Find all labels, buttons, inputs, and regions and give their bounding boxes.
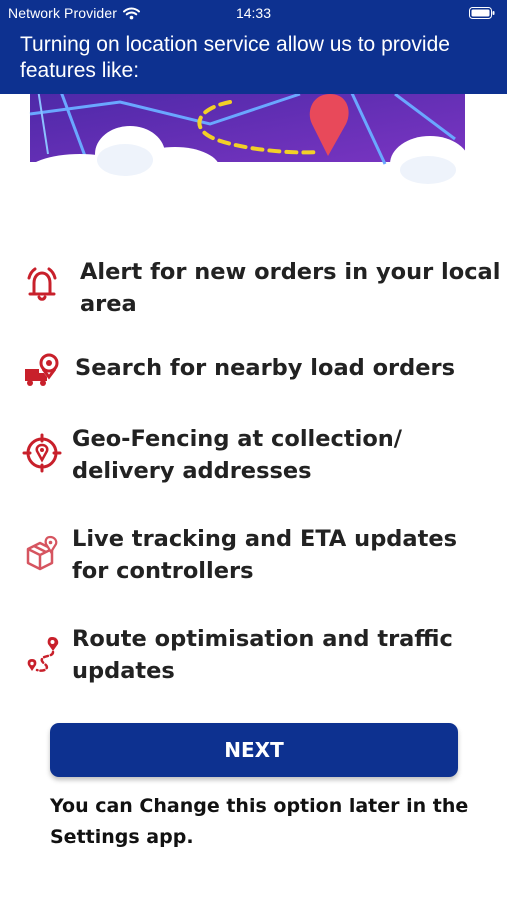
settings-note: You can Change this option later in the … (50, 795, 469, 848)
page-title: Turning on location service allow us to … (20, 33, 450, 82)
next-button[interactable]: NEXT (50, 723, 458, 777)
geofence-target-icon (22, 433, 62, 473)
feature-label: Live tracking and ETA updates for contro… (72, 526, 457, 584)
location-illustration (0, 94, 507, 186)
top-bar: Network Provider 14:33 Turning on locati… (0, 0, 507, 94)
battery-icon (469, 7, 495, 19)
bell-alert-icon (27, 267, 57, 301)
feature-label: Geo-Fencing at collection/ delivery addr… (72, 426, 403, 484)
feature-label: Route optimisation and traffic updates (72, 626, 453, 684)
truck-location-icon (25, 353, 59, 386)
route-icon (27, 637, 59, 672)
package-tracking-icon (26, 535, 58, 571)
feature-label: Search for nearby load orders (75, 355, 455, 381)
status-bar: Network Provider 14:33 (0, 0, 507, 28)
feature-label: Alert for new orders in your local area (80, 259, 501, 317)
status-time: 14:33 (235, 5, 272, 21)
